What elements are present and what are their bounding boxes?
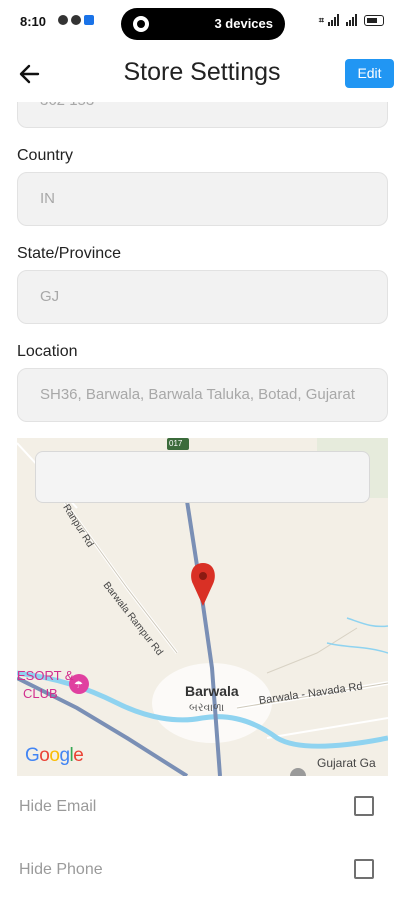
notification-icons [58, 15, 94, 25]
system-icons: ⌗ [319, 14, 384, 26]
stream [346, 617, 388, 628]
country-label: Country [17, 147, 74, 164]
poi-label-line2: CLUB [23, 686, 58, 701]
battery-icon [364, 15, 384, 26]
location-label: Location [17, 343, 78, 360]
google-logo: Google [25, 745, 84, 766]
poi-label-line1: ESORT & [17, 668, 74, 683]
messenger-icon [84, 15, 94, 25]
hide-phone-checkbox[interactable] [354, 859, 374, 879]
map-search-box[interactable] [35, 451, 370, 503]
hide-email-checkbox[interactable] [354, 796, 374, 816]
hide-phone-row[interactable]: Hide Phone [0, 841, 404, 900]
devices-icon [133, 16, 149, 32]
hide-phone-label: Hide Phone [19, 861, 103, 878]
status-time: 8:10 [20, 14, 47, 29]
place-label-bottom: Gujarat Ga [317, 756, 376, 770]
location-pin [191, 563, 215, 606]
hide-email-label: Hide Email [19, 798, 97, 815]
svg-text:☂: ☂ [74, 680, 83, 691]
state-label: State/Province [17, 245, 122, 262]
location-value: SH36, Barwala, Barwala Taluka, Botad, Gu… [40, 386, 355, 403]
devices-text: 3 devices [214, 16, 273, 31]
town-label-local: બરવાળા [189, 702, 225, 714]
edit-button-overlay[interactable]: Edit [345, 59, 394, 88]
whatsapp-icon [71, 15, 81, 25]
minor-road-4 [266, 717, 388, 739]
place-marker [290, 768, 306, 776]
map-view[interactable]: ☂ Barwala બરવાળા Barwala - Navada Rd Bar… [17, 438, 388, 776]
minor-road-3 [266, 627, 358, 674]
chat-icon [58, 15, 68, 25]
dynamic-island: 3 devices [121, 8, 285, 40]
location-field[interactable]: SH36, Barwala, Barwala Taluka, Botad, Gu… [17, 368, 388, 422]
signal-icon-2 [346, 14, 360, 26]
town-label: Barwala [185, 683, 239, 699]
hide-email-row[interactable]: Hide Email [0, 778, 404, 838]
app-bar-foreground: Store Settings Edit [0, 46, 404, 102]
state-field[interactable]: GJ [17, 270, 388, 324]
signal-icon [328, 14, 342, 26]
stream-2 [326, 642, 388, 654]
state-value: GJ [40, 288, 60, 305]
page-title-overlay: Store Settings [123, 58, 281, 86]
status-bar: 8:10 3 devices ⌗ [0, 0, 404, 46]
wifi-calling-icon: ⌗ [318, 15, 324, 25]
route-shield-label: 017 [169, 439, 183, 448]
country-field[interactable]: IN [17, 172, 388, 226]
country-value: IN [40, 190, 55, 207]
